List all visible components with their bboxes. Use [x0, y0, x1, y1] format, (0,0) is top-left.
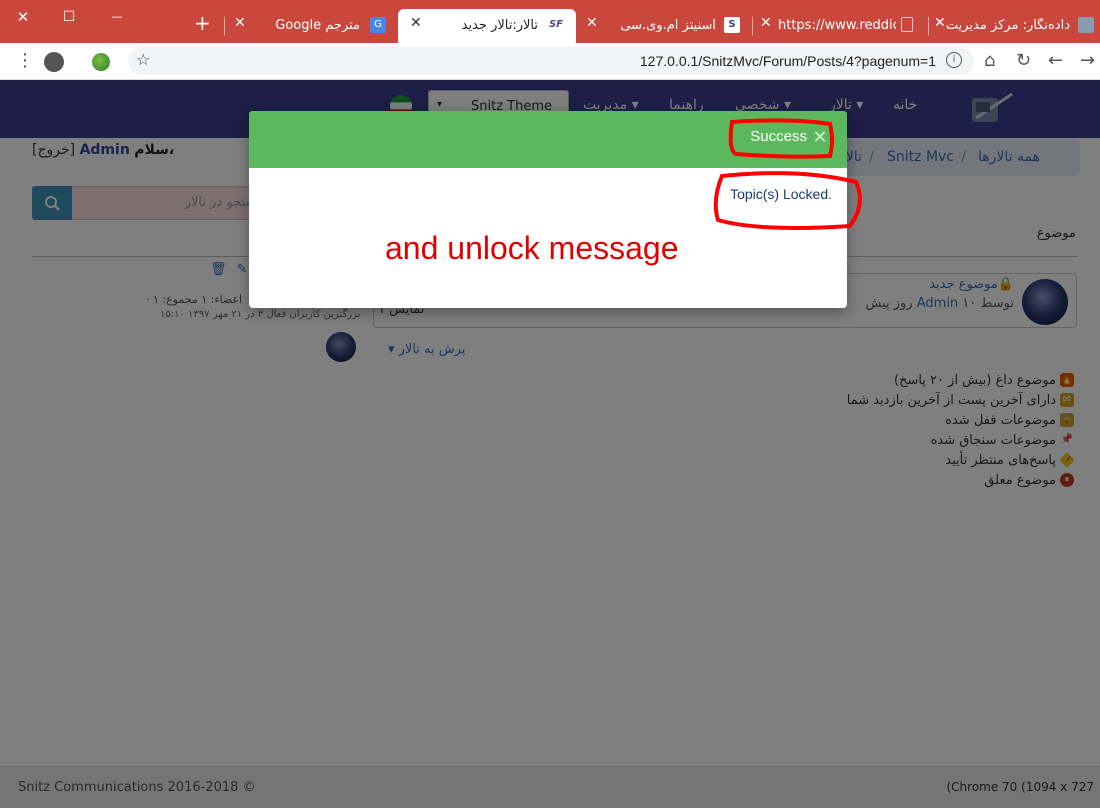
- google-translate-icon: G: [370, 17, 386, 33]
- tab-close-icon[interactable]: ✕: [234, 15, 246, 31]
- snitz-forum-icon: SF: [548, 19, 564, 30]
- tab-separator: [224, 17, 225, 35]
- extension-icon[interactable]: [92, 53, 110, 71]
- tab-snitz-mvc[interactable]: ✕ اسنیتز ام.وی.سی S: [578, 9, 750, 43]
- tab-datanegar[interactable]: ✕ داده‌نگار: مرکز مدیریت: [930, 9, 1100, 43]
- window-close-button[interactable]: ✕: [10, 6, 36, 28]
- dialog-header: Success ✕: [249, 111, 847, 168]
- tab-title: اسنیتز ام.وی.سی: [620, 18, 716, 33]
- dialog-title: Success: [750, 128, 807, 145]
- new-tab-button[interactable]: +: [194, 13, 211, 33]
- tab-separator: [752, 17, 753, 35]
- dialog-message: Topic(s) Locked.: [730, 186, 832, 202]
- forward-icon[interactable]: →: [1080, 51, 1095, 71]
- tab-title: مترجم Google: [275, 18, 360, 33]
- bookmark-star-icon[interactable]: ☆: [136, 50, 150, 69]
- snitz-icon: S: [724, 17, 740, 33]
- close-icon[interactable]: ✕: [812, 129, 828, 147]
- tab-reddick[interactable]: ✕ https://www.reddick.: [754, 9, 926, 43]
- address-bar[interactable]: ☆ 127.0.0.1/SnitzMvc/Forum/Posts/4?pagen…: [128, 47, 974, 75]
- back-icon[interactable]: ←: [1048, 51, 1063, 71]
- tab-separator: [928, 17, 929, 35]
- browser-window: ✕ ☐ — + ✕ مترجم Google G ✕ تالار:تالار ج…: [0, 0, 1100, 808]
- page-icon: [901, 17, 913, 32]
- annotation-text: and unlock message: [385, 230, 679, 266]
- menu-dots-icon[interactable]: ⋮: [16, 51, 34, 71]
- site-info-icon[interactable]: i: [946, 52, 962, 68]
- home-icon[interactable]: ⌂: [984, 51, 995, 71]
- url-text: 127.0.0.1/SnitzMvc/Forum/Posts/4?pagenum…: [639, 53, 936, 69]
- tab-close-icon[interactable]: ✕: [586, 15, 598, 31]
- tab-close-icon[interactable]: ✕: [934, 15, 946, 31]
- tab-strip: ✕ ☐ — + ✕ مترجم Google G ✕ تالار:تالار ج…: [0, 0, 1100, 43]
- datanegar-icon: [1078, 17, 1094, 33]
- profile-icon[interactable]: [44, 52, 64, 72]
- tab-new-forum[interactable]: ✕ تالار:تالار جدید SF: [398, 9, 576, 43]
- success-dialog: Success ✕ Topic(s) Locked. and unlock me…: [249, 111, 847, 308]
- tab-close-icon[interactable]: ✕: [760, 15, 772, 31]
- tab-title: تالار:تالار جدید: [461, 18, 538, 33]
- tab-title: داده‌نگار: مرکز مدیریت: [945, 18, 1070, 33]
- tab-close-icon[interactable]: ✕: [410, 15, 422, 31]
- tab-google-translate[interactable]: ✕ مترجم Google G: [226, 9, 398, 43]
- window-maximize-button[interactable]: ☐: [56, 6, 82, 28]
- window-minimize-button[interactable]: —: [104, 6, 130, 28]
- tab-title: https://www.reddick.: [778, 18, 896, 33]
- reload-icon[interactable]: ↻: [1016, 51, 1031, 71]
